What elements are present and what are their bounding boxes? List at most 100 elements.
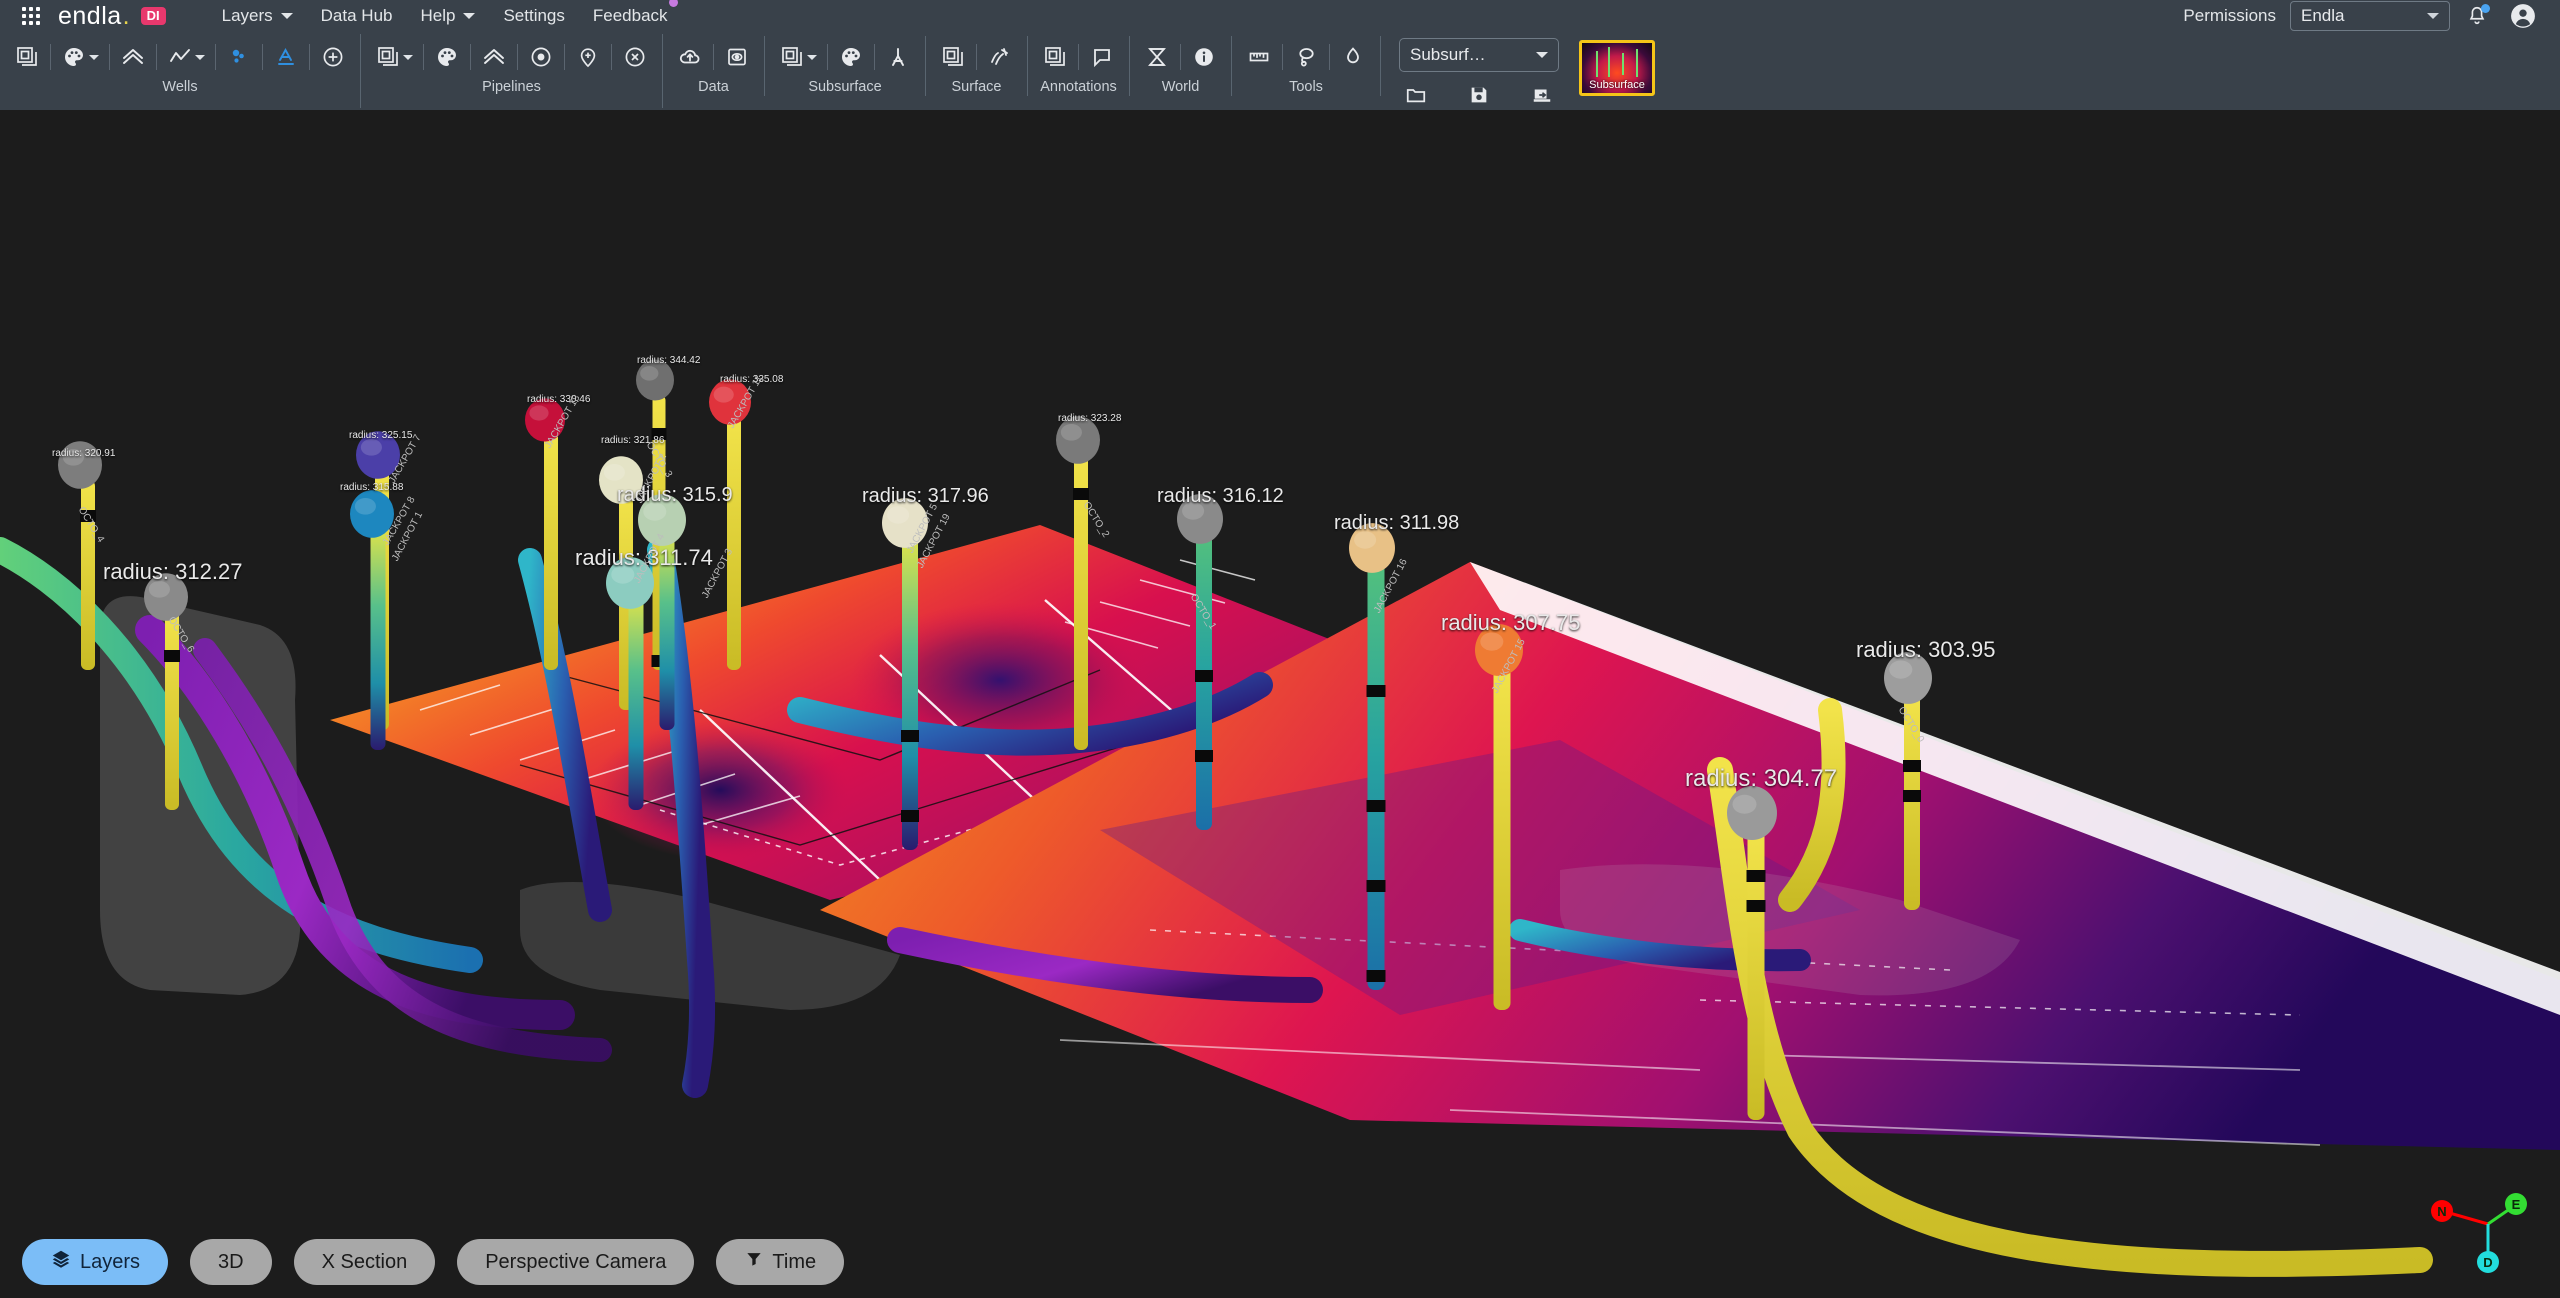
well-marker-sphere[interactable] [599, 456, 643, 504]
scene-select[interactable]: Subsurf… [1399, 38, 1559, 72]
well-completion-band [651, 428, 667, 440]
well-trajectory[interactable] [727, 416, 741, 670]
well-trajectory[interactable] [1493, 666, 1511, 1010]
chevron-down-icon[interactable] [807, 54, 817, 60]
menu-item-data-hub[interactable]: Data Hub [307, 2, 407, 30]
toolbar-divider [976, 44, 977, 70]
permissions-label: Permissions [2183, 6, 2276, 25]
3d-viewport[interactable]: radius: 312.27 radius: 311.74 radius: 315.… [0, 110, 2560, 1298]
apps-grid-icon[interactable] [14, 0, 48, 32]
well-layer-icon[interactable] [10, 40, 44, 74]
brand-logo[interactable]: endla . DI [58, 2, 166, 31]
toolbar-group-label: Tools [1289, 79, 1323, 95]
well-trajectory[interactable] [81, 480, 95, 670]
toolbar-group-label: Wells [162, 79, 198, 95]
bottom-button-3d[interactable]: 3D [190, 1239, 272, 1285]
pipeline-remove-icon[interactable] [618, 40, 652, 74]
world-grid-icon[interactable] [1140, 40, 1174, 74]
well-marker-sphere[interactable] [638, 494, 686, 546]
open-folder-button[interactable] [1399, 78, 1433, 112]
scene-action-row [1399, 78, 1559, 112]
annotation-callout-icon[interactable] [1085, 40, 1119, 74]
tools-clip-icon[interactable] [1336, 40, 1370, 74]
well-trajectory[interactable] [544, 432, 558, 670]
well-add-icon[interactable] [316, 40, 350, 74]
well-trajectory[interactable] [370, 528, 386, 750]
pipeline-markers-icon[interactable] [477, 40, 511, 74]
pipeline-pin-add-icon[interactable] [571, 40, 605, 74]
well-marker-sphere[interactable] [1349, 523, 1395, 573]
well-trajectory[interactable] [165, 610, 179, 810]
well-marker-sphere[interactable] [1056, 416, 1100, 464]
subsurface-layer-icon[interactable] [775, 40, 809, 74]
data-preview-icon[interactable] [720, 40, 754, 74]
well-trajectory[interactable] [902, 538, 918, 850]
data-upload-cloud-icon[interactable] [673, 40, 707, 74]
notification-bell-icon[interactable] [2458, 0, 2496, 32]
chevron-down-icon[interactable] [89, 54, 99, 60]
menu-item-label: Feedback [592, 6, 668, 25]
pipeline-color-palette-icon[interactable] [430, 40, 464, 74]
annotation-layer-icon[interactable] [1038, 40, 1072, 74]
chevron-down-icon[interactable] [403, 54, 413, 60]
well-markers-icon[interactable] [116, 40, 150, 74]
toolbar-divider [1282, 44, 1283, 70]
well-marker-sphere[interactable] [525, 398, 565, 442]
pipeline-node-icon[interactable] [524, 40, 558, 74]
well-marker-sphere[interactable] [1475, 624, 1523, 676]
save-scene-button[interactable] [1462, 78, 1496, 112]
toolbar-divider [50, 44, 51, 70]
pipeline-layer-icon[interactable] [371, 40, 405, 74]
tools-lasso-icon[interactable] [1289, 40, 1323, 74]
toolbar-group-label: Data [698, 79, 729, 95]
bottom-button-x-section[interactable]: X Section [293, 1239, 436, 1285]
user-avatar-icon[interactable] [2504, 0, 2542, 32]
well-trajectory[interactable] [1367, 562, 1385, 990]
chevron-down-icon[interactable] [195, 54, 205, 60]
well-marker-sphere[interactable] [1727, 786, 1777, 840]
tools-measure-icon[interactable] [1242, 40, 1276, 74]
well-color-palette-icon[interactable] [57, 40, 91, 74]
application-root: endla . DI Layers Data Hub Help Settings Fee… [0, 0, 2560, 1298]
3d-scene-render[interactable] [0, 110, 2560, 1298]
well-marker-sphere[interactable] [709, 379, 751, 425]
well-marker-sphere[interactable] [882, 498, 928, 548]
well-scatter-icon[interactable] [222, 40, 256, 74]
world-info-icon[interactable] [1187, 40, 1221, 74]
bottom-button-perspective-camera[interactable]: Perspective Camera [457, 1239, 695, 1285]
bottom-button-layers[interactable]: Layers [22, 1239, 169, 1285]
filter-funnel-icon [744, 1249, 764, 1275]
surface-layer-icon[interactable] [936, 40, 970, 74]
well-marker-sphere[interactable] [350, 490, 394, 538]
menu-item-layers[interactable]: Layers [208, 2, 307, 30]
bottom-button-time[interactable]: Time [716, 1239, 845, 1285]
well-marker-sphere[interactable] [1884, 652, 1932, 704]
well-log-curve-icon[interactable] [163, 40, 197, 74]
toolbar-divider [517, 44, 518, 70]
menu-item-feedback[interactable]: Feedback [579, 0, 682, 30]
toolbar-group-data: Data [663, 32, 764, 110]
toolbar-icon-row [926, 32, 1027, 82]
well-marker-sphere[interactable] [1177, 494, 1223, 544]
subsurface-fault-icon[interactable] [881, 40, 915, 74]
well-text-annotation-icon[interactable] [269, 40, 303, 74]
toolbar-divider [423, 44, 424, 70]
scene-select-wrap: Subsurf… [1399, 38, 1559, 112]
menu-item-help[interactable]: Help [406, 2, 489, 30]
well-trajectory[interactable] [628, 596, 644, 810]
chevron-down-icon [463, 13, 476, 19]
well-trajectory[interactable] [659, 534, 675, 730]
surface-contour-icon[interactable] [983, 40, 1017, 74]
permissions-select[interactable]: Endla [2290, 1, 2450, 31]
bottom-button-label: Layers [80, 1250, 141, 1273]
export-scene-button[interactable] [1525, 78, 1559, 112]
well-marker-sphere[interactable] [58, 441, 102, 489]
well-marker-sphere[interactable] [356, 431, 400, 479]
well-marker-sphere[interactable] [144, 573, 188, 621]
scene-thumbnail-caption: Subsurface [1589, 79, 1645, 91]
well-marker-sphere[interactable] [636, 359, 674, 401]
well-marker-sphere[interactable] [606, 557, 654, 609]
menu-item-settings[interactable]: Settings [489, 2, 578, 30]
subsurface-color-palette-icon[interactable] [834, 40, 868, 74]
scene-thumbnail[interactable]: Subsurface [1579, 40, 1655, 96]
